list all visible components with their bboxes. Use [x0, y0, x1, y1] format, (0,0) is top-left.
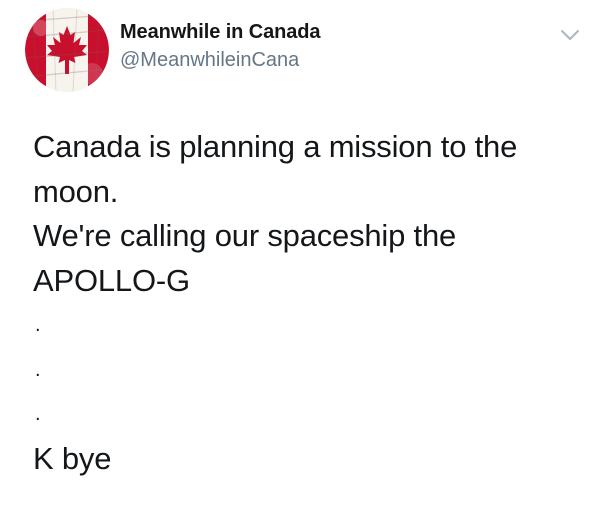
author-handle[interactable]: @MeanwhileinCana — [120, 48, 320, 72]
tweet-line: APOLLO-G — [33, 262, 190, 298]
tweet-dot-line: . — [35, 403, 41, 425]
tweet-text: Canada is planning a mission to the moon… — [33, 125, 578, 481]
tweet-line: We're calling our spaceship the — [33, 218, 457, 253]
author-display-name[interactable]: Meanwhile in Canada — [120, 20, 320, 44]
tweet-dot-line: . — [35, 358, 41, 381]
tweet-dot-line: . — [35, 314, 41, 336]
tweet-line: K bye — [33, 440, 112, 476]
chevron-down-icon[interactable] — [558, 26, 582, 44]
canada-flag-avatar-icon[interactable] — [25, 8, 109, 92]
tweet-card: Meanwhile in Canada @MeanwhileinCana Can… — [0, 0, 600, 513]
tweet-line: Canada is planning a mission to the — [33, 129, 518, 164]
tweet-line: moon. — [33, 173, 119, 209]
tweet-author[interactable]: Meanwhile in Canada @MeanwhileinCana — [120, 20, 320, 72]
